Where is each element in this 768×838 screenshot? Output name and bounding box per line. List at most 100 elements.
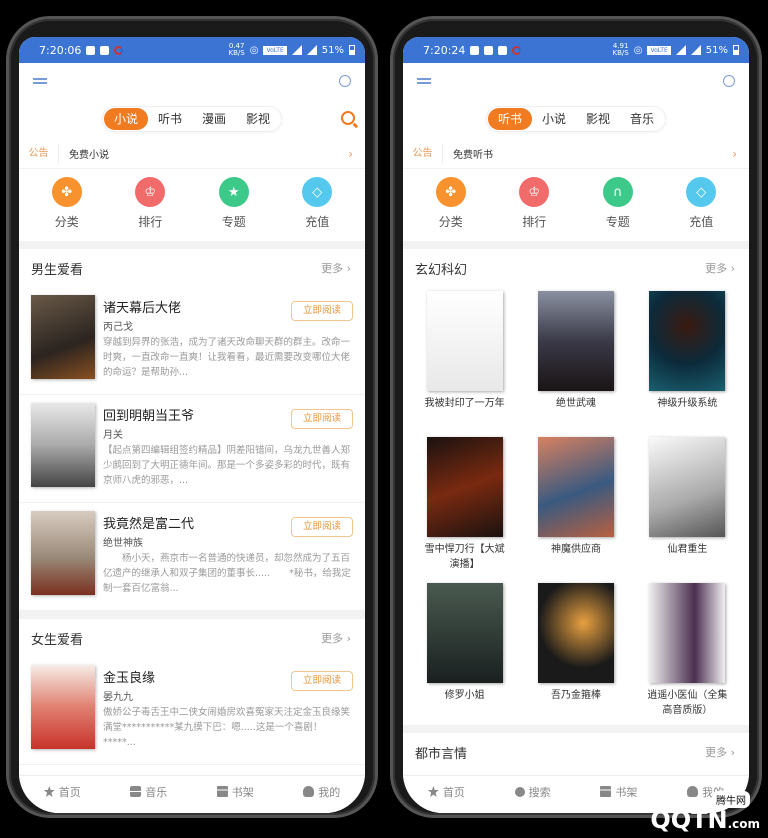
book-title: 逍遥小医仙（全集高音质版） [647,690,728,716]
book-cover[interactable] [426,583,503,683]
grid-book[interactable]: 神魔供应商 [520,437,631,579]
quick-recharge[interactable]: ◇ 充值 [287,177,347,235]
quick-topic[interactable]: ★ 专题 [204,177,264,235]
book-item[interactable]: 我竟然是富二代 绝世神族 杨小天，燕京市一名普通的快递员，却忽然成为了五百亿遗产… [19,503,365,611]
nav-search[interactable]: 搜索 [514,784,551,800]
tab-novel[interactable]: 小说 [103,108,148,130]
section-title: 都市言情 [415,746,468,762]
read-now-button[interactable]: 立即阅读 [291,409,353,429]
book-title: 仙君重生 [667,544,708,555]
nav-music[interactable]: 音乐 [130,784,167,800]
more-link[interactable]: 更多 › [321,260,351,276]
book-description: 杨小天，燕京市一名普通的快递员，却忽然成为了五百亿遗产的继承人和双子集团的董事长… [103,553,351,594]
book-cover[interactable] [31,511,95,595]
book-title: 我被封印了一万年 [424,398,505,409]
battery-percent: 51% [705,44,728,56]
screen-novel-home: 7:20:06 0.47 KB/S ◎ VoLTE 51% 小说 听书 漫画 影视… [19,37,365,813]
star-icon: ★ [218,177,249,207]
book-cover[interactable] [426,437,503,537]
grid-book[interactable]: 修罗小姐 [409,583,520,725]
book-cover[interactable] [426,291,503,391]
status-bar: 7:20:24 4.91 KB/S ◎ VoLTE 51% [403,37,749,63]
more-link[interactable]: 更多 › [705,744,735,760]
grid-icon: ✤ [435,177,466,207]
book-cover[interactable] [31,403,95,487]
hotspot-icon: ◎ [633,44,643,56]
refresh-icon[interactable] [723,75,735,87]
menu-icon[interactable] [33,78,47,84]
grid-icon: ✤ [51,177,82,207]
phone-right: 7:20:24 4.91 KB/S ◎ VoLTE 51% 听书 小说 影视 音乐… [390,16,762,818]
notification-circle-icon [114,45,124,55]
category-tabs: 听书 小说 影视 音乐 [485,106,667,132]
signal-icon-2 [690,45,701,55]
section-title: 玄幻科幻 [415,262,468,278]
grid-book[interactable]: 神级升级系统 [632,291,743,433]
book-item[interactable]: 回到明朝当王爷 月关 【起点第四编辑组签约精品】阴差阳错间，乌龙九世善人郑少鹧回… [19,395,365,503]
nav-bookshelf[interactable]: 书架 [216,784,254,800]
tab-music[interactable]: 音乐 [620,108,664,130]
grid-book[interactable]: 我被封印了一万年 [409,291,520,433]
book-description: 穿越到异界的张浩，成为了诸天改命聊天群的群主。改命一时爽，一直改命一直爽！让我看… [103,337,351,378]
hotspot-icon: ◎ [249,44,259,56]
book-cover[interactable] [649,291,726,391]
quick-topic[interactable]: ∩ 专题 [588,177,648,235]
book-description: 傲娇公子毒舌王中二侠女闹婚房欢喜冤家天注定金玉良缘笑满堂***********某… [103,707,351,748]
nav-home[interactable]: 首页 [43,784,81,800]
user-icon [687,786,699,797]
quick-ranking[interactable]: ♔ 排行 [504,177,564,235]
notice-tag: 公告 [403,143,443,164]
quick-category[interactable]: ✤ 分类 [421,177,481,235]
diamond-icon: ◇ [686,177,717,207]
section-header-female: 女生爱看 更多 › [19,619,365,657]
diamond-icon: ◇ [302,177,333,207]
grid-book[interactable]: 雪中悍刀行【大斌演播】 [409,437,520,579]
trophy-icon: ♔ [519,177,550,207]
book-title: 绝世武魂 [555,398,596,409]
refresh-icon[interactable] [339,75,351,87]
book-item[interactable]: 诸天幕后大佬 丙己戈 穿越到异界的张浩，成为了诸天改命聊天群的群主。改命一时爽，… [19,287,365,395]
quick-ranking[interactable]: ♔ 排行 [120,177,180,235]
battery-percent: 51% [321,44,344,56]
tab-audiobook[interactable]: 听书 [148,108,192,130]
more-link[interactable]: 更多 › [321,630,351,646]
signal-icon [291,45,302,55]
tab-comic[interactable]: 漫画 [192,108,236,130]
book-cover[interactable] [31,295,95,379]
tab-audiobook[interactable]: 听书 [487,108,532,130]
grid-book[interactable]: 逍遥小医仙（全集高音质版） [632,583,743,725]
grid-book[interactable]: 绝世武魂 [520,291,631,433]
nav-mine[interactable]: 我的 [303,784,340,800]
tab-video[interactable]: 影视 [236,108,280,130]
book-cover[interactable] [31,665,95,749]
notice-bar[interactable]: 公告 免费听书 › [403,139,749,169]
book-cover[interactable] [537,583,614,683]
category-tabs: 小说 听书 漫画 影视 [101,106,283,132]
tab-novel[interactable]: 小说 [532,108,576,130]
grid-book[interactable]: 吾乃金箍棒 [520,583,631,725]
book-item[interactable]: 金玉良缘 晏九九 傲娇公子毒舌王中二侠女闹婚房欢喜冤家天注定金玉良缘笑满堂***… [19,657,365,765]
more-link[interactable]: 更多 › [705,260,735,276]
search-icon[interactable] [341,111,355,125]
nav-bookshelf[interactable]: 书架 [600,784,637,800]
book-cover[interactable] [537,437,614,537]
book-cover[interactable] [649,437,726,537]
section-header-male: 男生爱看 更多 › [19,249,365,287]
read-now-button[interactable]: 立即阅读 [291,301,353,321]
menu-icon[interactable] [417,78,431,84]
read-now-button[interactable]: 立即阅读 [291,517,353,537]
read-now-button[interactable]: 立即阅读 [291,671,353,691]
book-title: 修罗小姐 [444,690,485,701]
notification-leaf-icon [498,45,508,55]
grid-book[interactable]: 仙君重生 [632,437,743,579]
net-speed: 0.47 KB/S [228,42,245,57]
clock: 7:20:24 [423,43,466,57]
quick-entries: ✤ 分类 ♔ 排行 ★ 专题 ◇ 充值 [19,169,365,241]
book-cover[interactable] [537,291,614,391]
quick-category[interactable]: ✤ 分类 [37,177,97,235]
quick-recharge[interactable]: ◇ 充值 [671,177,731,235]
nav-home[interactable]: 首页 [427,784,465,800]
notice-bar[interactable]: 公告 免费小说 › [19,139,365,169]
tab-video[interactable]: 影视 [576,108,620,130]
book-cover[interactable] [649,583,726,683]
